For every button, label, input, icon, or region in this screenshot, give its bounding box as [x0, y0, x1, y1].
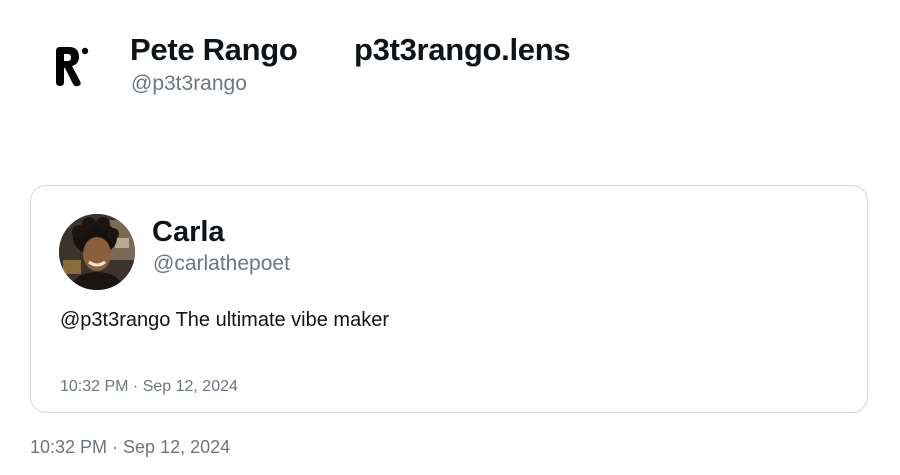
quoted-tweet-text: @p3t3rango The ultimate vibe maker	[60, 309, 389, 331]
avatar[interactable]	[59, 214, 135, 290]
quoted-tweet-card[interactable]: Carla @carlathepoet @p3t3rango The ultim…	[30, 185, 868, 413]
avatar-photo	[59, 214, 135, 290]
tweet-timestamp[interactable]: 10:32 PM · Sep 12, 2024	[30, 435, 230, 459]
author-handle[interactable]: @p3t3rango	[131, 70, 247, 98]
profile-logo[interactable]	[40, 36, 100, 96]
r-letter-logo-icon	[56, 47, 89, 87]
quoted-tweet-timestamp[interactable]: 10:32 PM · Sep 12, 2024	[60, 376, 238, 398]
author-lens-handle[interactable]: p3t3rango.lens	[354, 30, 571, 70]
author-name[interactable]: Pete Rango	[130, 30, 298, 70]
quoted-author-name[interactable]: Carla	[152, 214, 225, 250]
quoted-author-handle[interactable]: @carlathepoet	[153, 250, 290, 278]
